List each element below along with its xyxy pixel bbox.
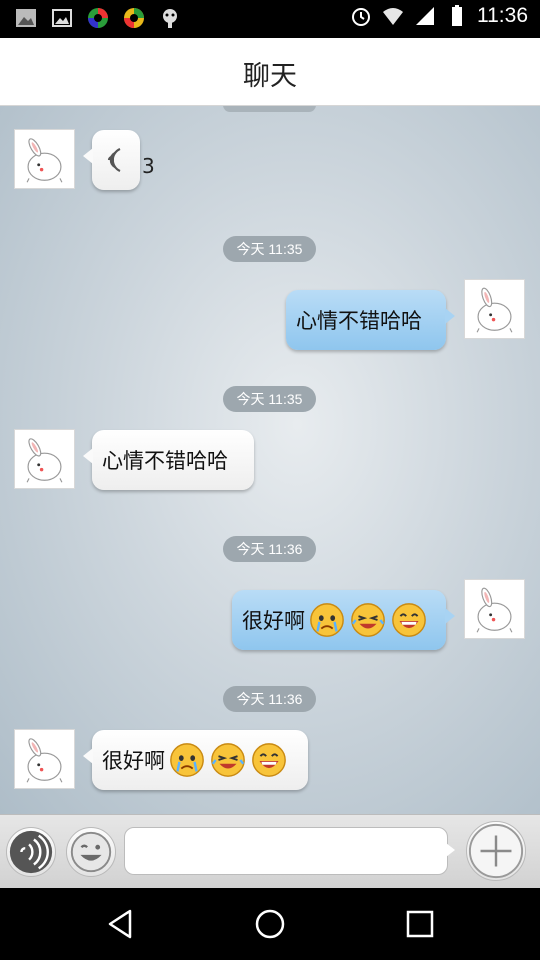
timestamp-pill: 今天 11:35: [223, 386, 316, 412]
recents-square-icon: [406, 910, 434, 938]
back-triangle-icon: [108, 909, 132, 939]
my-avatar[interactable]: [464, 279, 525, 339]
chat-message-list[interactable]: 3 今天 11:35 心情不错哈哈 今天 11:35 心情不错哈哈 今天 11:…: [0, 106, 540, 814]
outgoing-message-bubble[interactable]: 很好啊: [232, 590, 455, 650]
message-text: 很好啊: [102, 749, 165, 773]
grinning-face-icon: [250, 741, 288, 779]
voice-input-button[interactable]: [6, 827, 56, 877]
system-status: 11:36: [349, 4, 528, 28]
message-input[interactable]: [124, 827, 448, 875]
app-notification-icon: [122, 6, 146, 30]
status-bar: 11:36: [0, 0, 540, 38]
battery-icon: [445, 4, 469, 28]
laughing-squint-icon: [349, 601, 387, 639]
my-avatar[interactable]: [464, 579, 525, 639]
bot-notification-icon: [158, 6, 182, 30]
plus-icon: [468, 823, 524, 879]
back-button[interactable]: [102, 906, 138, 942]
outgoing-message-bubble[interactable]: 心情不错哈哈: [286, 290, 455, 350]
contact-avatar[interactable]: [14, 729, 75, 789]
wifi-icon: [381, 4, 405, 28]
message-text: 心情不错哈哈: [296, 309, 422, 333]
bunny-avatar-icon: [26, 138, 63, 183]
message-input-bar: [0, 814, 540, 888]
alarm-icon: [349, 4, 373, 28]
bunny-avatar-icon: [476, 587, 513, 633]
screenshot-notification-icon: [14, 6, 38, 30]
signal-icon: [413, 4, 437, 28]
home-button[interactable]: [252, 906, 288, 942]
recents-button[interactable]: [402, 906, 438, 942]
bunny-avatar-icon: [26, 438, 63, 483]
image-notification-icon: [50, 6, 74, 30]
input-tail: [446, 843, 455, 857]
voice-duration: 3: [142, 154, 155, 178]
voice-message-bubble[interactable]: [83, 130, 140, 190]
crying-face-icon: [308, 601, 346, 639]
crying-face-icon: [168, 741, 206, 779]
title-bar: 聊天: [0, 38, 540, 106]
message-text: 心情不错哈哈: [102, 449, 228, 473]
more-options-button[interactable]: [466, 821, 526, 881]
timestamp-pill: 今天 11:35: [223, 236, 316, 262]
system-navigation-bar: [0, 888, 540, 960]
emoji-button[interactable]: [66, 827, 116, 877]
bunny-avatar-icon: [26, 738, 63, 783]
timestamp-pill-partial: [223, 106, 316, 112]
notification-icons: [14, 6, 182, 30]
home-circle-icon: [255, 909, 285, 939]
clock-time: 11:36: [477, 4, 528, 27]
page-title: 聊天: [243, 61, 297, 92]
bunny-avatar-icon: [476, 287, 513, 333]
timestamp-pill: 今天 11:36: [223, 686, 316, 712]
laughing-squint-icon: [209, 741, 247, 779]
timestamp-pill: 今天 11:36: [223, 536, 316, 562]
smiley-icon: [70, 831, 112, 873]
incoming-message-bubble[interactable]: 很好啊: [83, 730, 308, 790]
voice-wave-icon: [9, 830, 53, 874]
app-notification-icon: [86, 6, 110, 30]
voice-wave-icon: [107, 147, 121, 173]
contact-avatar[interactable]: [14, 429, 75, 489]
contact-avatar[interactable]: [14, 129, 75, 189]
incoming-message-bubble[interactable]: 心情不错哈哈: [83, 430, 254, 490]
grinning-face-icon: [390, 601, 428, 639]
message-text: 很好啊: [242, 609, 305, 633]
